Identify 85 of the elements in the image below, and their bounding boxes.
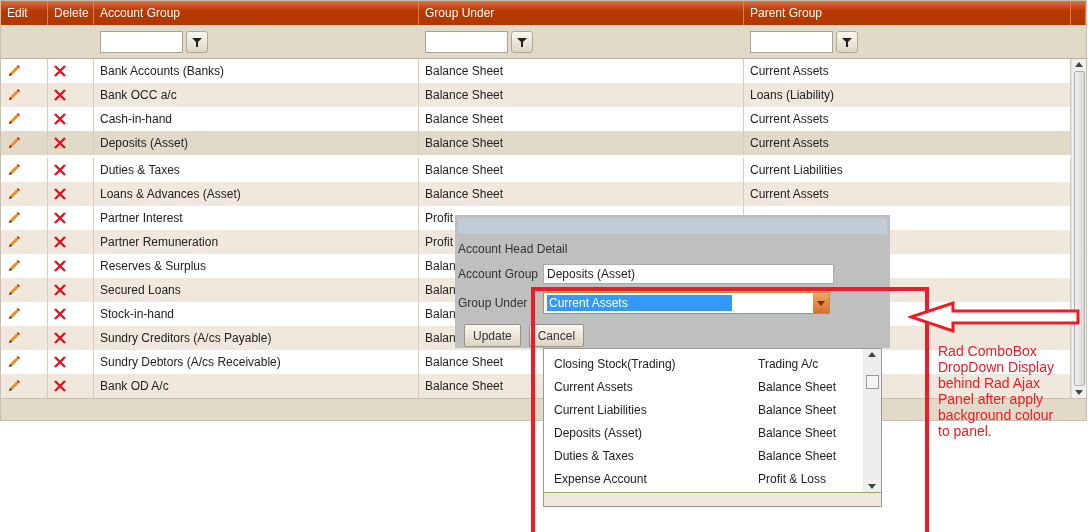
table-cell: Balan (425, 307, 456, 321)
pencil-icon[interactable] (7, 112, 21, 126)
filter-button[interactable] (836, 30, 858, 53)
table-cell: Profit (425, 235, 453, 249)
table-cell: Balan (425, 283, 456, 297)
dropdown-scrollbar[interactable] (863, 349, 881, 492)
table-cell: Balance Sheet (425, 163, 504, 177)
table-cell: Current Assets (750, 136, 829, 150)
pencil-icon[interactable] (7, 187, 21, 201)
dropdown-item[interactable]: Closing Stock(Trading) (554, 356, 758, 371)
delete-icon[interactable] (54, 188, 66, 200)
caret-icon[interactable] (817, 300, 825, 306)
filter-button[interactable] (186, 30, 208, 53)
account-group-field[interactable]: Deposits (Asset) (543, 264, 834, 284)
scroll-thumb[interactable] (865, 375, 879, 389)
filter-icon (842, 36, 852, 47)
field-label: Group Under (458, 296, 529, 310)
delete-icon[interactable] (54, 308, 66, 320)
dropdown-item-group: Balance Sheet (758, 402, 863, 417)
filter-button[interactable] (511, 30, 533, 53)
table-cell: Balance Sheet (425, 64, 504, 78)
table-cell: Balan (425, 259, 456, 273)
table-cell: Profit (425, 211, 453, 225)
table-cell: Current Assets (750, 64, 829, 78)
filter-icon (192, 36, 202, 47)
dropdown-item-group: Balance Sheet (758, 425, 863, 440)
table-cell: Current Assets (750, 187, 829, 201)
table-cell: Balance Sheet (425, 355, 504, 369)
scroll-up-icon[interactable] (1075, 62, 1083, 67)
table-cell: Balan (425, 331, 456, 345)
delete-icon[interactable] (54, 164, 66, 176)
table-cell: Loans (Liability) (750, 88, 835, 102)
scroll-down-icon[interactable] (1075, 390, 1083, 395)
filter-icon (517, 36, 527, 47)
pencil-icon[interactable] (7, 88, 21, 102)
delete-icon[interactable] (54, 89, 66, 101)
pencil-icon[interactable] (7, 283, 21, 297)
filter-field[interactable] (100, 30, 183, 53)
table-cell: Balance Sheet (425, 112, 504, 126)
delete-icon[interactable] (54, 212, 66, 224)
dropdown-item[interactable]: Expense Account (554, 471, 758, 486)
pencil-icon[interactable] (7, 379, 21, 393)
pencil-icon[interactable] (7, 307, 21, 321)
delete-icon[interactable] (54, 113, 66, 125)
delete-icon[interactable] (54, 236, 66, 248)
scroll-thumb[interactable] (1073, 71, 1085, 386)
dropdown-item-group: Trading A/c (758, 356, 863, 371)
pencil-icon[interactable] (7, 331, 21, 345)
table-cell: Balance Sheet (425, 187, 504, 201)
dropdown-item[interactable]: Current Liabilities (554, 402, 758, 417)
table-cell: Current Liabilities (750, 163, 843, 177)
pencil-icon[interactable] (7, 136, 21, 150)
filter-field[interactable] (425, 30, 508, 53)
pencil-icon[interactable] (7, 211, 21, 225)
table-cell: Balance Sheet (425, 136, 504, 150)
delete-icon[interactable] (54, 332, 66, 344)
delete-icon[interactable] (54, 65, 66, 77)
delete-icon[interactable] (54, 137, 66, 149)
pencil-icon[interactable] (7, 355, 21, 369)
field-label: Account Group (458, 267, 540, 281)
dropdown-item-group: Balance Sheet (758, 448, 863, 463)
scroll-up-icon[interactable] (868, 352, 876, 357)
delete-icon[interactable] (54, 260, 66, 272)
dropdown-item-group: Profit & Loss (758, 471, 863, 486)
delete-icon[interactable] (54, 284, 66, 296)
pencil-icon[interactable] (7, 163, 21, 177)
table-cell: Current Assets (750, 112, 829, 126)
dropdown-item[interactable]: Duties & Taxes (554, 448, 758, 463)
pencil-icon[interactable] (7, 259, 21, 273)
cancel-button[interactable]: Cancel (528, 324, 585, 347)
filter-field[interactable] (750, 30, 833, 53)
pencil-icon[interactable] (7, 64, 21, 78)
pencil-icon[interactable] (7, 235, 21, 249)
delete-icon[interactable] (54, 356, 66, 368)
panel-heading: Account Head Detail (458, 241, 569, 256)
annotation-text: Rad ComboBox DropDown Display behind Rad Ajax Panel after apply background colour to panel. (938, 343, 1055, 439)
table-cell: Balance Sheet (425, 379, 504, 393)
dropdown-item-group: Balance Sheet (758, 379, 863, 394)
update-button[interactable]: Update (464, 324, 521, 347)
scroll-down-icon[interactable] (868, 484, 876, 489)
table-cell: Balance Sheet (425, 88, 504, 102)
dropdown-item[interactable]: Deposits (Asset) (554, 425, 758, 440)
delete-icon[interactable] (54, 380, 66, 392)
dropdown-item[interactable]: Current Assets (554, 379, 758, 394)
scrollbar[interactable] (1071, 59, 1086, 398)
